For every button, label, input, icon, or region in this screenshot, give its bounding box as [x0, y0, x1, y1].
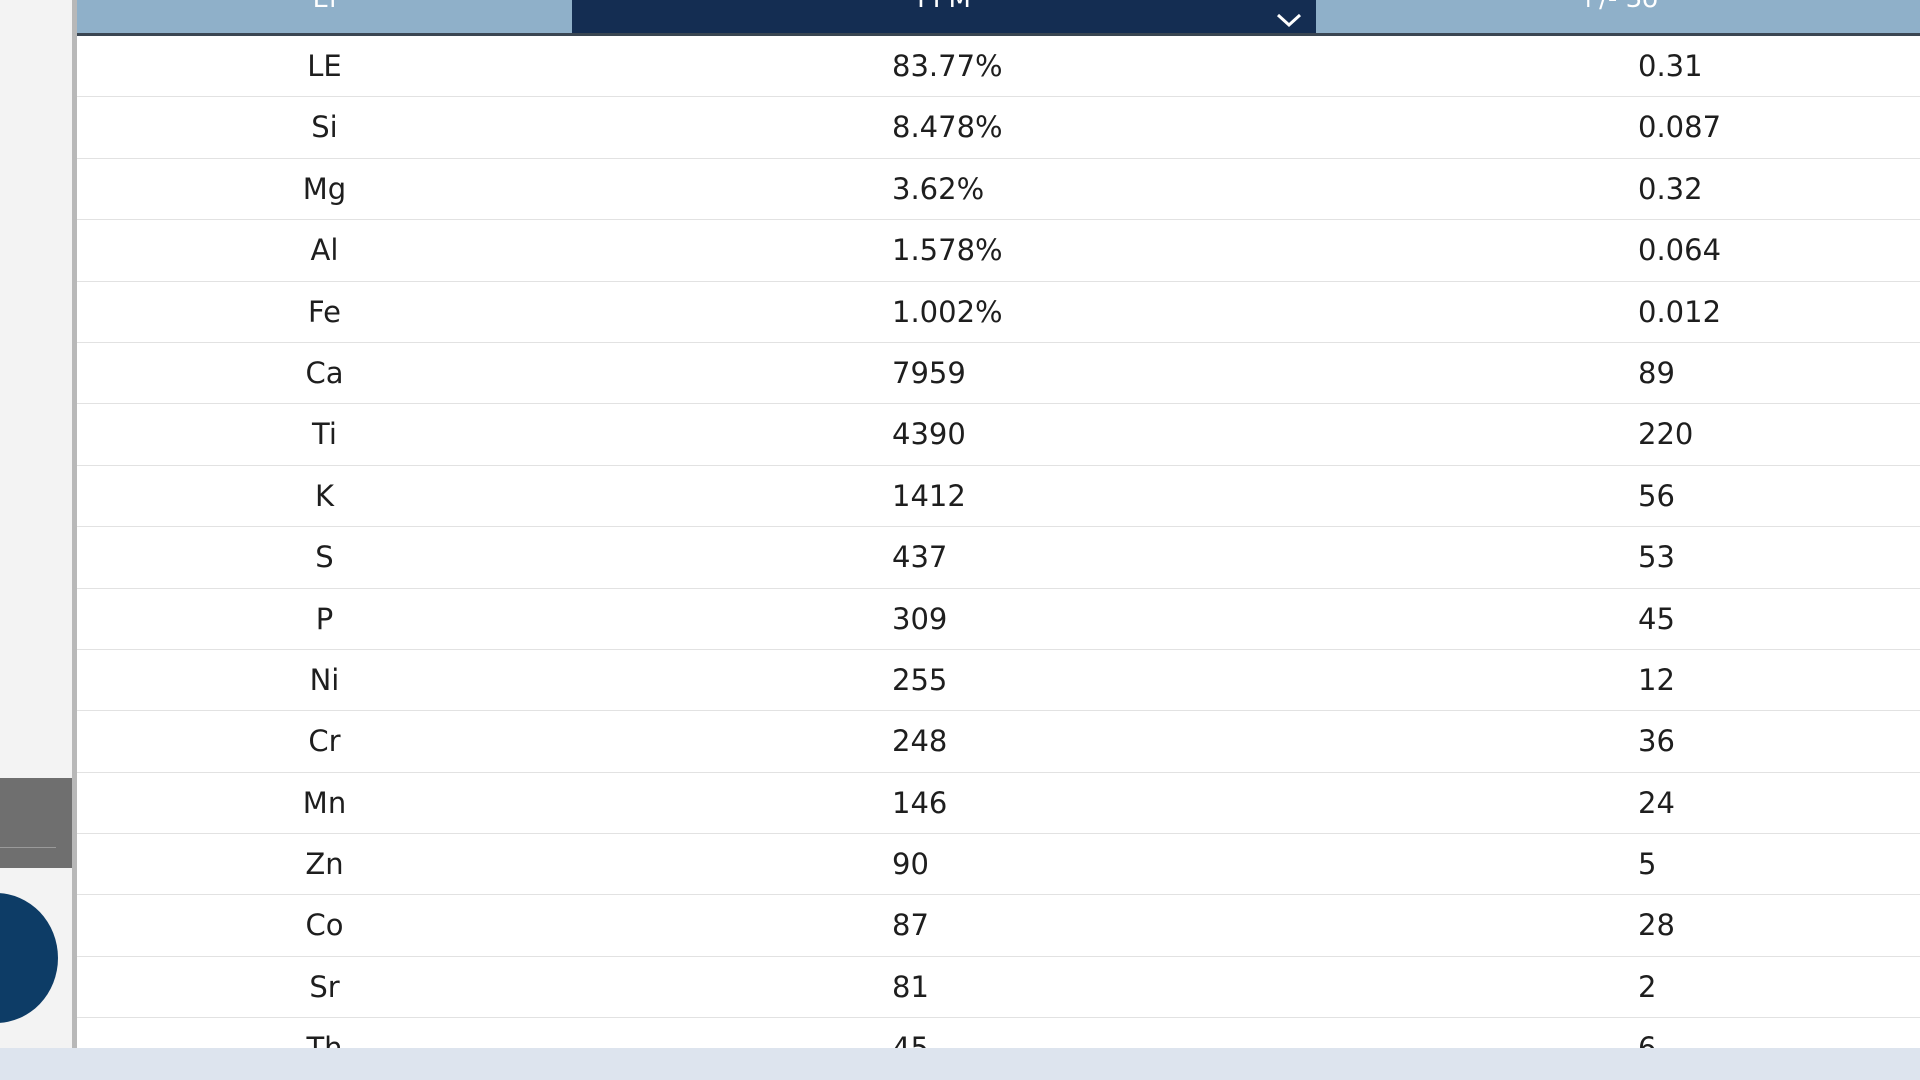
cell-ppm: 45: [572, 1018, 1316, 1048]
column-header-element[interactable]: El: [77, 0, 572, 33]
table-body: LE 83.77% 0.31 Si 8.478% 0.087 Mg 3.62% 0.32 Al 1.…: [77, 36, 1920, 1048]
cell-el: Ni: [309, 662, 340, 697]
cell-ppm: 255: [892, 662, 948, 697]
cell-el: Ti: [312, 417, 337, 452]
cell-ppm: 437: [892, 540, 948, 575]
cell-sigma: 24: [1638, 785, 1675, 820]
cell-ppm: 8.478%: [892, 110, 1003, 145]
cell-sigma: 0.012: [1638, 294, 1722, 329]
cell-sigma: 0.064: [1638, 233, 1722, 268]
table-row[interactable]: Si 8.478% 0.087: [77, 97, 1920, 159]
cell-ppm: 146: [892, 785, 948, 820]
cell-ppm: 309: [892, 601, 948, 636]
side-tab-divider: [0, 847, 56, 848]
cell-ppm: 87: [892, 908, 929, 943]
cell-el: Al: [310, 233, 339, 268]
status-bar: [0, 1048, 1920, 1080]
cell-sigma: 28: [1638, 908, 1675, 943]
table-row[interactable]: S 437 53: [77, 527, 1920, 589]
column-header-ppm[interactable]: PPM: [572, 0, 1316, 33]
cell-sigma: 56: [1638, 478, 1675, 513]
cell-el: Ca: [305, 355, 344, 390]
cell-el: S: [315, 540, 334, 575]
cell-el: Mg: [302, 171, 347, 206]
cell-ppm: 1.578%: [892, 233, 1003, 268]
cell-ppm: 7959: [892, 355, 966, 390]
table-row[interactable]: Ni 255 12: [77, 649, 1920, 712]
cell-sigma: 5: [1638, 847, 1657, 882]
table-row[interactable]: Co 87 28: [77, 895, 1920, 957]
table-row[interactable]: Al 1.578% 0.064: [77, 220, 1920, 282]
cell-ppm: 1.002%: [892, 294, 1003, 329]
cell-sigma: 0.31: [1638, 49, 1703, 83]
cell-sigma: 45: [1638, 601, 1675, 636]
column-header-sigma[interactable]: +/- 3σ: [1316, 0, 1920, 33]
cell-el: Cr: [308, 724, 341, 759]
cell-sigma: 12: [1638, 662, 1675, 697]
cell-sigma: 89: [1638, 355, 1675, 390]
cell-ppm: 3.62%: [892, 171, 985, 206]
cell-sigma: 36: [1638, 724, 1675, 759]
cell-sigma: 220: [1638, 417, 1694, 452]
table-header: El PPM +/- 3σ: [77, 0, 1920, 36]
chevron-down-icon[interactable]: [1276, 12, 1302, 28]
cell-sigma: 2: [1638, 969, 1657, 1004]
cell-ppm: 248: [892, 724, 948, 759]
table-row[interactable]: LE 83.77% 0.31: [77, 36, 1920, 98]
cell-el: Si: [311, 110, 338, 145]
cell-el: LE: [307, 49, 342, 83]
cell-el: Co: [305, 908, 344, 943]
cell-sigma: 53: [1638, 540, 1675, 575]
table-row[interactable]: Ti 4390 220: [77, 404, 1920, 466]
cell-el: Mn: [302, 785, 347, 820]
round-action-button[interactable]: [0, 893, 58, 1023]
table-row[interactable]: Th456: [77, 1018, 1920, 1048]
cell-el: Zn: [305, 847, 344, 882]
table-row[interactable]: Fe 1.002% 0.012: [77, 281, 1920, 343]
cell-ppm: 1412: [892, 478, 966, 513]
table-row[interactable]: K 1412 56: [77, 465, 1920, 528]
cell-ppm: 90: [892, 847, 929, 882]
results-table: El PPM +/- 3σ LE 83.77% 0.31 Si 8.478% 0.087 M…: [77, 0, 1920, 1048]
side-tab-button[interactable]: [0, 778, 72, 868]
cell-ppm: 4390: [892, 417, 966, 452]
table-row[interactable]: Cr 248 36: [77, 711, 1920, 773]
cell-sigma: 0.32: [1638, 171, 1703, 206]
cell-ppm: 81: [892, 969, 929, 1004]
cell-sigma: 0.087: [1638, 110, 1722, 145]
table-row[interactable]: Ca 7959 89: [77, 342, 1920, 405]
table-row[interactable]: Sr 81 2: [77, 956, 1920, 1019]
table-row[interactable]: P 309 45: [77, 588, 1920, 650]
cell-el: K: [314, 478, 335, 513]
table-row[interactable]: Zn 90 5: [77, 834, 1920, 896]
table-row[interactable]: Mn 146 24: [77, 772, 1920, 835]
cell-el: Fe: [308, 294, 341, 329]
cell-ppm: 83.77%: [892, 49, 1003, 83]
cell-el: P: [315, 601, 334, 636]
table-row[interactable]: Mg 3.62% 0.32: [77, 158, 1920, 221]
column-header-ppm-label: PPM: [917, 0, 971, 14]
column-header-sigma-label: +/- 3σ: [1577, 0, 1658, 14]
column-header-element-label: El: [313, 0, 337, 14]
left-side-panel: [0, 0, 72, 1048]
cell-el: Th: [77, 1018, 572, 1048]
cell-el: Sr: [309, 969, 340, 1004]
cell-sigma: 6: [1316, 1018, 1920, 1048]
